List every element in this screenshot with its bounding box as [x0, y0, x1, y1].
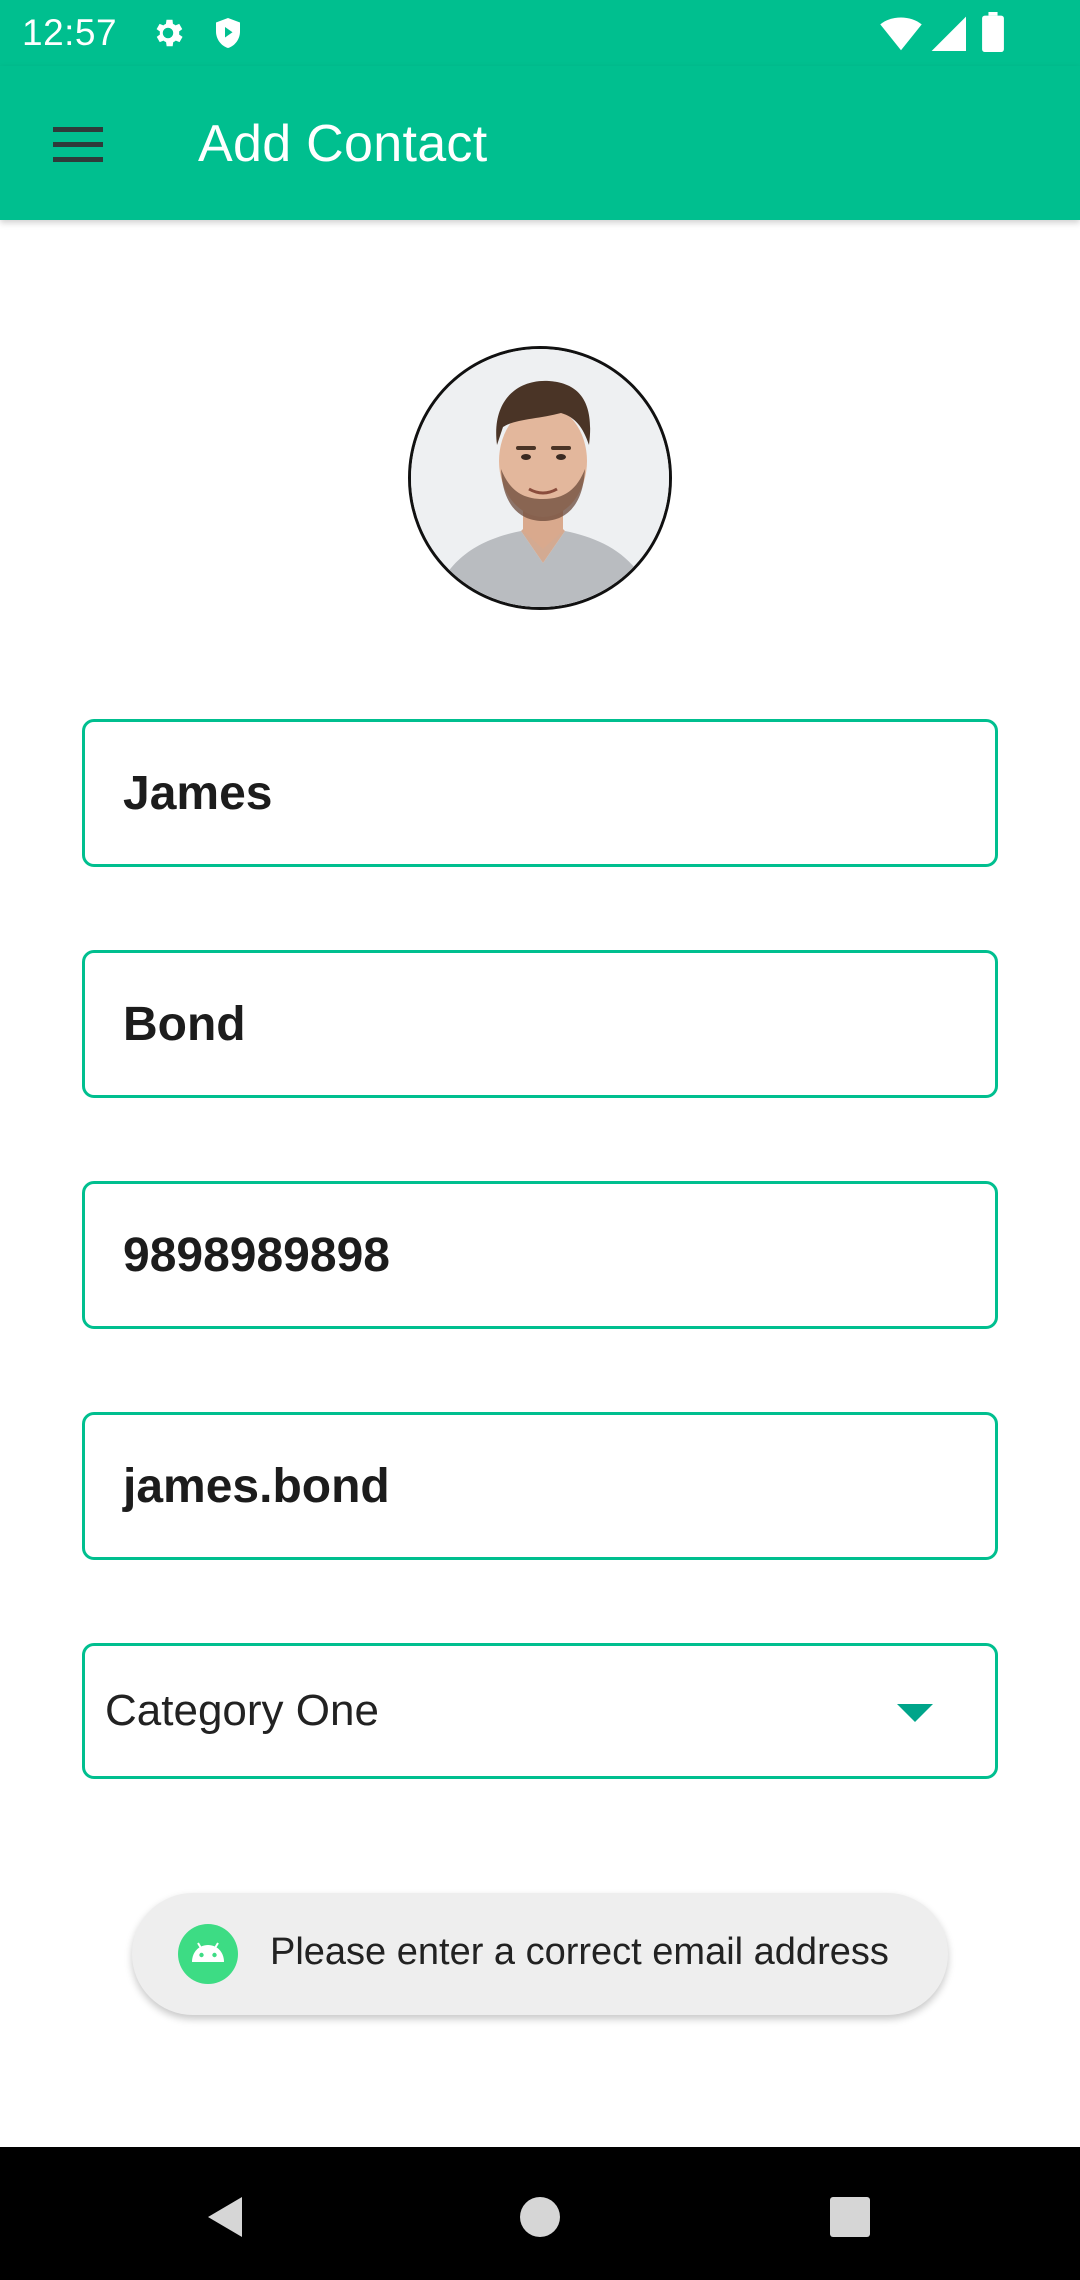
menu-button[interactable] [36, 104, 120, 188]
category-select[interactable]: Category One [82, 1643, 998, 1779]
android-icon [178, 1924, 238, 1984]
status-time: 12:57 [22, 12, 118, 53]
wifi-icon [880, 14, 922, 57]
shield-icon [210, 15, 246, 56]
dropdown-arrow-icon [897, 1704, 933, 1722]
avatar-photo [411, 349, 669, 607]
recents-icon[interactable] [820, 2187, 880, 2247]
phone-value: 9898989898 [123, 1228, 390, 1282]
gear-icon [150, 15, 186, 56]
last-name-field[interactable]: Bond [82, 950, 998, 1098]
back-icon[interactable] [196, 2187, 256, 2247]
app-bar: Add Contact [0, 66, 1080, 220]
email-field[interactable]: james.bond [82, 1412, 998, 1560]
category-selected-value: Category One [105, 1686, 379, 1735]
first-name-field[interactable]: James [82, 719, 998, 867]
status-bar: 12:57 [0, 0, 1080, 66]
page-title: Add Contact [198, 115, 488, 173]
toast-message: Please enter a correct email address [132, 1893, 948, 2015]
hamburger-menu-icon [53, 124, 103, 169]
last-name-value: Bond [123, 997, 246, 1051]
contact-avatar[interactable] [408, 346, 672, 610]
phone-field[interactable]: 9898989898 [82, 1181, 998, 1329]
battery-icon [982, 12, 1004, 57]
home-icon[interactable] [510, 2187, 570, 2247]
system-navigation-bar [0, 2147, 1080, 2280]
email-value: james.bond [123, 1459, 390, 1513]
signal-icon [930, 14, 966, 57]
add-contact-screen: 12:57 Add Contact James Bond 9898989898 … [0, 0, 1080, 2280]
first-name-value: James [123, 766, 273, 820]
toast-text: Please enter a correct email address [270, 1931, 889, 1973]
